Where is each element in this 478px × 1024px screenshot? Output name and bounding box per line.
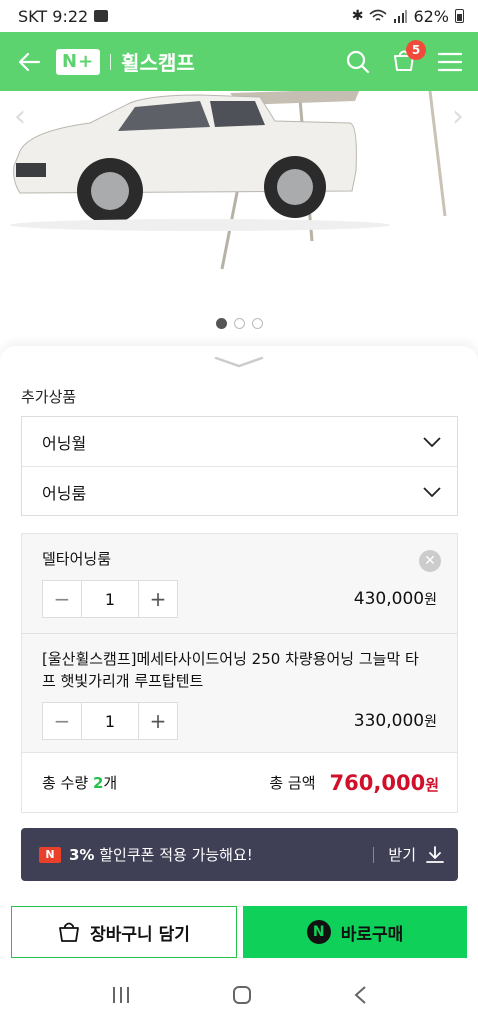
increase-qty-button[interactable]: + [139,581,177,617]
selected-item: [울산휠스캠프]메세타사이드어닝 250 차량용어닝 그늘막 타프 햇빛가리개 … [22,633,457,754]
remove-item-button[interactable]: ✕ [419,550,441,572]
back-arrow-icon [18,52,40,71]
item-price-value: 430,000 [353,589,425,609]
selected-item-name: [울산휠스캠프]메세타사이드어닝 250 차량용어닝 그늘막 타프 햇빛가리개 … [42,650,419,690]
option-label: 어닝월 [42,433,87,453]
item-price-unit: 원 [424,714,437,730]
total-amount-label: 총 금액 [269,774,316,792]
coupon-download-button[interactable]: 받기 [373,844,444,865]
add-products-options: 어닝월 어닝룸 [21,416,458,516]
item-price: 330,000원 [354,711,437,731]
total-qty-suffix: 개 [103,774,118,792]
battery-icon [455,9,464,23]
item-price: 430,000원 [354,589,437,609]
product-photo-truck-awning [10,91,447,270]
option-select-awning-wall[interactable]: 어닝월 [22,417,457,466]
total-quantity: 총 수량 2개 [42,772,117,793]
naver-plus-logo[interactable]: N+ [56,48,101,75]
quantity-stepper: − 1 + [42,580,178,618]
total-summary: 총 수량 2개 총 금액 760,000원 [21,752,458,813]
buy-now-label: 바로구매 [340,924,404,945]
app-header: N+ 휠스캠프 5 [0,32,478,91]
naver-n-badge: N [39,846,61,863]
coupon-message: 할인쿠폰 적용 가능해요! [94,846,253,864]
menu-icon[interactable] [438,52,462,72]
close-icon: ✕ [424,553,436,569]
system-nav-bar [0,966,478,1024]
item-price-unit: 원 [424,592,437,608]
home-icon[interactable] [232,985,252,1005]
item-price-value: 330,000 [353,711,425,731]
coupon-action-label: 받기 [388,846,416,864]
cart-count-badge: 5 [406,39,426,60]
add-to-cart-button[interactable]: 장바구니 담기 [11,906,237,958]
purchase-action-bar: 장바구니 담기 N 바로구매 [0,902,478,964]
product-image-carousel[interactable]: ‹ › [0,91,478,346]
decrease-qty-button[interactable]: − [43,703,81,739]
wifi-icon [369,9,387,21]
status-bar: SKT 9:22 ✱ 62% [0,0,478,32]
cart-button[interactable]: 5 [392,39,426,76]
carousel-dot[interactable] [233,318,245,329]
header-divider [110,53,112,70]
buy-now-button[interactable]: N 바로구매 [243,906,467,958]
coupon-text: 3% 할인쿠폰 적용 가능해요! [69,844,253,865]
chevron-down-icon [423,436,441,447]
signal-icon [394,10,408,23]
add-products-label: 추가상품 [21,388,77,406]
carrier-time: SKT 9:22 [18,6,89,26]
battery-text: 62% [413,6,449,26]
add-to-cart-label: 장바구니 담기 [90,924,190,945]
carousel-next-arrow[interactable]: › [452,99,464,134]
recent-apps-icon[interactable] [111,986,131,1004]
back-nav-icon[interactable] [353,985,367,1005]
option-label: 어닝룸 [42,483,87,503]
gallery-notification-icon [94,10,109,22]
total-amount: 760,000원 [330,771,439,795]
back-button[interactable] [16,49,42,75]
chevron-down-icon [423,486,441,497]
carousel-dot[interactable] [215,318,227,329]
quantity-input[interactable]: 1 [81,703,139,739]
naver-n-icon: N [306,920,331,944]
purchase-options-sheet: 추가상품 어닝월 어닝룸 델타어닝룸 ✕ − 1 + 430,000원 [울산휠 [0,346,478,902]
quantity-stepper: − 1 + [42,702,178,740]
bluetooth-icon: ✱ [351,8,364,24]
coupon-banner[interactable]: N 3% 할인쿠폰 적용 가능해요! 받기 [21,828,458,881]
carousel-dots [0,318,478,329]
option-select-awning-room[interactable]: 어닝룸 [22,466,457,516]
collapse-chevron-icon[interactable] [214,354,264,370]
shopping-bag-icon [59,922,80,942]
search-icon[interactable] [346,50,370,74]
quantity-input[interactable]: 1 [81,581,139,617]
selected-item-name: 델타어닝룸 [42,550,112,568]
store-name[interactable]: 휠스캠프 [121,47,195,76]
total-qty-prefix: 총 수량 [42,774,93,792]
total-qty-value: 2 [92,774,104,792]
total-amount-value: 760,000 [329,770,426,795]
download-icon [426,845,444,863]
increase-qty-button[interactable]: + [139,703,177,739]
selected-item: 델타어닝룸 ✕ − 1 + 430,000원 [22,534,457,633]
coupon-separator [373,846,375,863]
decrease-qty-button[interactable]: − [43,581,81,617]
carousel-prev-arrow[interactable]: ‹ [14,99,26,134]
total-amount-unit: 원 [425,775,439,794]
carousel-dot[interactable] [251,318,263,329]
coupon-highlight: 3% [69,846,95,864]
